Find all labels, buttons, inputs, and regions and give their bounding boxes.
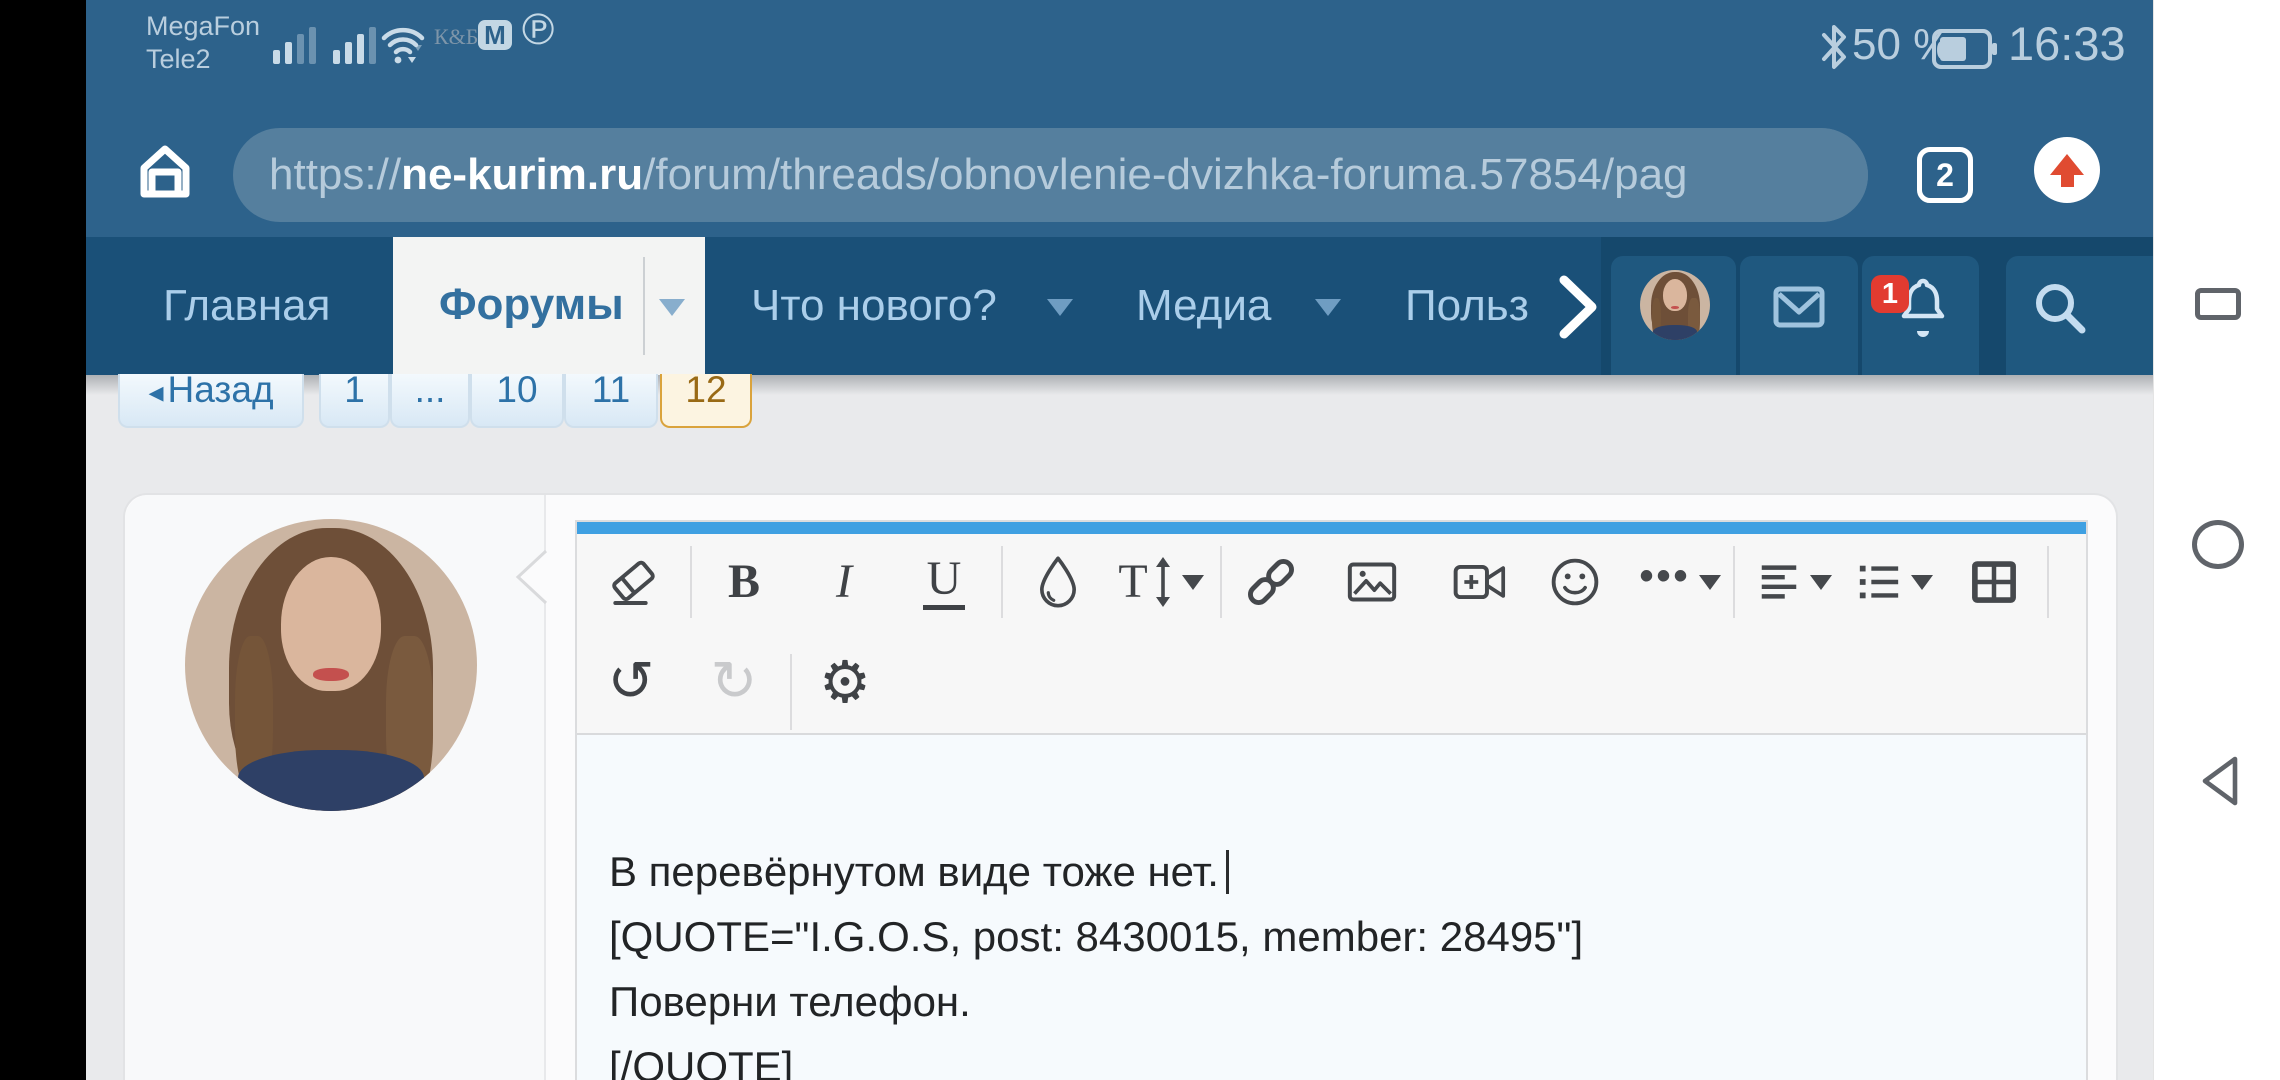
camera-notch-strip [0,0,86,1080]
chevron-down-icon[interactable] [1315,299,1341,316]
editor-textarea[interactable]: В перевёрнутом виде тоже нет. [QUOTE="I.… [577,733,2086,1080]
nav-item-whats-new[interactable]: Что нового? [751,281,997,331]
nav-item-users[interactable]: Польз [1405,281,1537,331]
url-path: /forum/threads/obnovlenie-dvizhka-foruma… [643,150,1687,199]
address-bar[interactable]: https://ne-kurim.ru/forum/threads/obnovl… [233,128,1868,222]
search-icon[interactable] [2031,279,2089,337]
carrier-label: MegaFon Tele2 [146,10,260,76]
bluetooth-icon [1820,22,1848,72]
pagination-page-11[interactable]: 11 [564,374,658,428]
pagination-back-button[interactable]: ◂Назад [118,374,304,428]
url-domain: ne-kurim.ru [401,150,643,199]
table-button[interactable] [1959,547,2029,617]
android-home-button[interactable] [2192,520,2244,569]
list-button[interactable] [1839,547,1949,617]
alerts-badge: 1 [1871,275,1909,313]
link-button[interactable] [1236,547,1306,617]
chevron-down-icon [1182,575,1204,590]
url-fade [1728,128,1868,222]
chevron-down-icon [1699,575,1721,590]
tab-counter-button[interactable]: 2 [1917,147,1973,203]
chevron-down-icon [1810,575,1832,590]
chevron-down-icon[interactable] [659,299,685,316]
carrier-line2: Tele2 [146,43,260,76]
alignment-button[interactable] [1739,547,1849,617]
redo-button[interactable]: ↻ [699,647,769,717]
bubble-notch [514,548,548,606]
editor-accent-bar [577,522,2086,534]
screen: MegaFon Tele2 К&Б M ℗ 50 % 16:33 [0,0,2280,1080]
up-arrow-icon [2050,154,2084,175]
editor-line: [/QUOTE] [609,1034,2056,1080]
browser-update-button[interactable] [2034,137,2100,203]
smilies-button[interactable] [1540,547,1610,617]
clock: 16:33 [2008,16,2126,71]
url-text: https://ne-kurim.ru/forum/threads/obnovl… [269,150,1688,200]
kb-app-icon: К&Б [434,24,478,50]
nav-item-home[interactable]: Главная [163,281,330,331]
pinterest-icon: ℗ [522,8,554,52]
user-avatar-small[interactable] [1640,270,1710,340]
battery-icon [1932,29,1992,69]
editor-line: Поверни телефон. [609,969,2056,1034]
nav-item-forums-selected[interactable]: Форумы [393,237,705,375]
nav-item-media[interactable]: Медиа [1136,281,1271,331]
gmail-icon: M [478,20,512,50]
signal-strength-icon [273,26,316,64]
android-recents-button[interactable] [2195,288,2241,320]
underline-button[interactable]: U [909,547,979,617]
back-arrow-icon: ◂ [148,376,163,409]
wifi-icon [380,24,426,66]
insert-image-button[interactable] [1337,547,1407,617]
carrier-line1: MegaFon [146,10,260,43]
bold-button[interactable]: B [709,547,779,617]
italic-button[interactable]: I [809,547,879,617]
chevron-down-icon[interactable] [1047,299,1073,316]
undo-button[interactable]: ↺ [596,647,666,717]
android-back-button[interactable] [2197,754,2241,808]
browser-chrome: MegaFon Tele2 К&Б M ℗ 50 % 16:33 [86,0,2153,237]
editor-line: [QUOTE="I.G.O.S, post: 8430015, member: … [609,904,2056,969]
user-avatar-large[interactable] [185,519,477,811]
pagination-page-10[interactable]: 10 [470,374,564,428]
insert-media-button[interactable] [1445,547,1515,617]
more-options-button[interactable]: ••• [1615,547,1745,617]
pagination-page-12-current[interactable]: 12 [660,374,752,428]
url-scheme: https:// [269,150,401,199]
mail-icon[interactable] [1773,286,1825,328]
signal-strength-icon-2 [333,26,376,64]
remove-format-button[interactable] [599,547,669,617]
editor-line: В перевёрнутом виде тоже нет. [609,839,2056,904]
home-button[interactable] [136,142,194,202]
chevron-down-icon [1911,575,1933,590]
font-size-button[interactable]: T [1101,547,1221,617]
text-color-button[interactable] [1023,547,1093,617]
pagination-page-1[interactable]: 1 [319,374,390,428]
android-nav-bar [2153,0,2280,1080]
site-nav: Главная Форумы Что нового? Медиа Польз [86,237,2153,375]
text-cursor [1226,850,1229,894]
pagination-ellipsis[interactable]: ... [390,374,470,428]
post-editor: B I U T [575,520,2088,1080]
nav-expand-chevron-icon[interactable] [1556,274,1602,340]
editor-settings-button[interactable]: ⚙ [810,647,880,717]
